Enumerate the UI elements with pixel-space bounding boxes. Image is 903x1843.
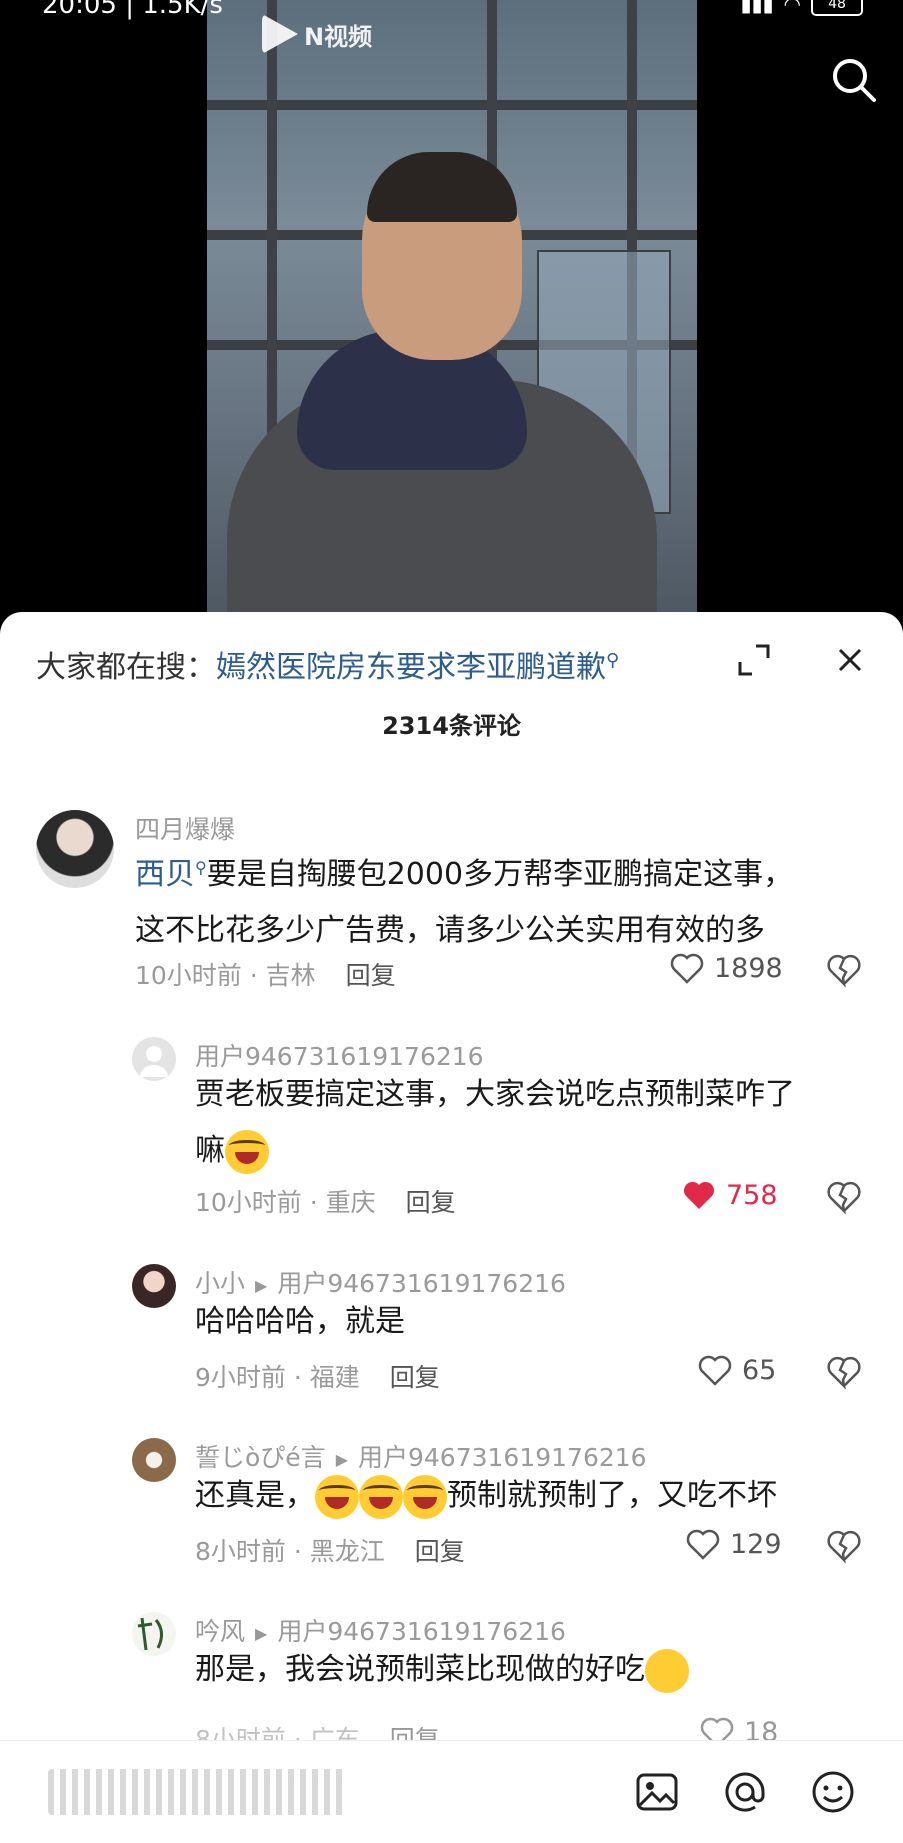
mention-icon[interactable] [720,1767,770,1817]
emoji-icon[interactable] [808,1767,858,1817]
broken-heart-icon[interactable] [826,1179,862,1215]
hot-search-prefix: 大家都在搜： [36,650,216,685]
laugh-cry-emoji-icon [359,1474,403,1519]
status-bar: 20:05 | 1.5K/s [42,0,223,20]
heart-outline-icon [670,953,704,984]
comment-input-bar [0,1740,903,1843]
like-count: 1898 [714,952,783,984]
comment-text: 哈哈哈哈，就是 [195,1304,405,1339]
hot-search-query[interactable]: 嫣然医院房东要求李亚鹏道歉 [216,650,606,685]
comment-time: 10小时前 [195,1188,302,1217]
comment-input[interactable] [48,1769,348,1815]
comment-location: 黑龙江 [309,1537,385,1566]
reply-arrow-icon: ▶ [255,1275,268,1295]
broken-heart-icon[interactable] [826,1354,862,1390]
search-icon: ⚲ [195,858,207,877]
hashtag-link[interactable]: 西贝⚲ [135,857,207,892]
comment-text-line1: 贾老板要搞定这事，大家会说吃点预制菜咋了 [195,1077,795,1112]
comment-text-line2: 这不比花多少广告费，请多少公关实用有效的多 [135,913,765,948]
comment-sheet: 大家都在搜：嫣然医院房东要求李亚鹏道歉⚲ 2314条评论 四月爆爆 西贝⚲要是自… [0,612,903,1842]
close-icon[interactable] [832,642,868,678]
avatar[interactable] [132,1612,176,1656]
comment-text-line2: 嘛 [195,1133,225,1168]
heart-filled-icon [683,1181,715,1209]
hashtag-label: 西贝 [135,857,195,892]
heart-outline-icon [686,1529,720,1560]
like-button[interactable]: 758 [682,1179,778,1211]
watermark-text: N视频 [304,22,373,51]
like-button[interactable]: 1898 [670,952,783,984]
laugh-cry-emoji-icon [403,1474,447,1519]
comment-location: 重庆 [325,1188,376,1217]
like-count: 129 [730,1528,782,1560]
reply-arrow-icon: ▶ [335,1449,348,1469]
building-beam [207,100,697,110]
comment-time: 8小时前 [195,1537,286,1566]
comment-text-line1: 要是自掏腰包2000多万帮李亚鹏搞定这事， [206,857,794,892]
comment-meta: 10小时前 · 吉林 回复 [135,961,396,990]
expand-icon[interactable] [736,642,772,678]
battery-icon: 48 [811,0,863,16]
signal-icon: ▮▮▮ [740,0,774,16]
watermark-logo [262,14,298,54]
avatar[interactable] [132,1037,176,1081]
comment-text-prefix: 还真是， [195,1478,315,1513]
comment-text: 贾老板要搞定这事，大家会说吃点预制菜咋了 嘛 [195,1067,865,1179]
calligraphy-logo-icon [137,1617,163,1651]
like-button[interactable]: 129 [686,1528,782,1560]
comment-text: 还真是， 预制就预制了，又吃不坏 [195,1468,777,1524]
reply-button[interactable]: 回复 [415,1537,465,1566]
search-icon: ⚲ [606,650,620,671]
status-speed: 1.5K/s [142,0,223,20]
comment-time: 9小时前 [195,1363,286,1392]
user-placeholder-icon [140,1046,168,1077]
comment-text-suffix: 预制就预制了，又吃不坏 [447,1478,777,1513]
status-time: 20:05 [42,0,117,20]
avatar[interactable] [132,1438,176,1482]
comment-text: 西贝⚲要是自掏腰包2000多万帮李亚鹏搞定这事， 这不比花多少广告费，请多少公关… [135,840,793,959]
reply-arrow-icon: ▶ [255,1623,268,1643]
wifi-icon: ◠ [783,0,801,16]
comment-time: 10小时前 [135,961,242,990]
comment-meta: 9小时前 · 福建 回复 [195,1363,440,1392]
laugh-cry-emoji-icon [315,1474,359,1519]
comment-meta: 8小时前 · 黑龙江 回复 [195,1537,465,1566]
comment-text: 那是，我会说预制菜比现做的好吃 [195,1642,689,1698]
avatar[interactable] [132,1264,176,1308]
video-watermark: N视频 [262,14,372,54]
broken-heart-icon[interactable] [826,952,862,988]
comment-location: 吉林 [265,961,316,990]
heart-outline-icon [698,1355,732,1386]
video-player[interactable]: 20:05 | 1.5K/s ▮▮▮ ◠ 48 N视频 [0,0,903,640]
like-count: 758 [726,1179,778,1211]
broken-heart-icon[interactable] [826,1528,862,1564]
comment-location: 福建 [309,1363,360,1392]
hot-search-bar[interactable]: 大家都在搜：嫣然医院房东要求李亚鹏道歉⚲ [36,642,619,686]
reply-button[interactable]: 回复 [390,1363,440,1392]
comment-meta: 10小时前 · 重庆 回复 [195,1188,456,1217]
comment-count: 2314条评论 [382,712,521,740]
status-icons: ▮▮▮ ◠ 48 [741,0,863,16]
reply-button[interactable]: 回复 [406,1188,456,1217]
search-icon[interactable] [828,54,880,106]
reply-button[interactable]: 回复 [346,961,396,990]
video-frame[interactable] [207,0,697,640]
like-button[interactable]: 65 [698,1354,776,1386]
smirk-emoji-icon [645,1648,689,1693]
laugh-cry-emoji-icon [225,1129,269,1174]
avatar[interactable] [36,810,114,888]
like-count: 65 [742,1354,777,1386]
comment-text-body: 那是，我会说预制菜比现做的好吃 [195,1652,645,1687]
image-icon[interactable] [632,1767,682,1817]
